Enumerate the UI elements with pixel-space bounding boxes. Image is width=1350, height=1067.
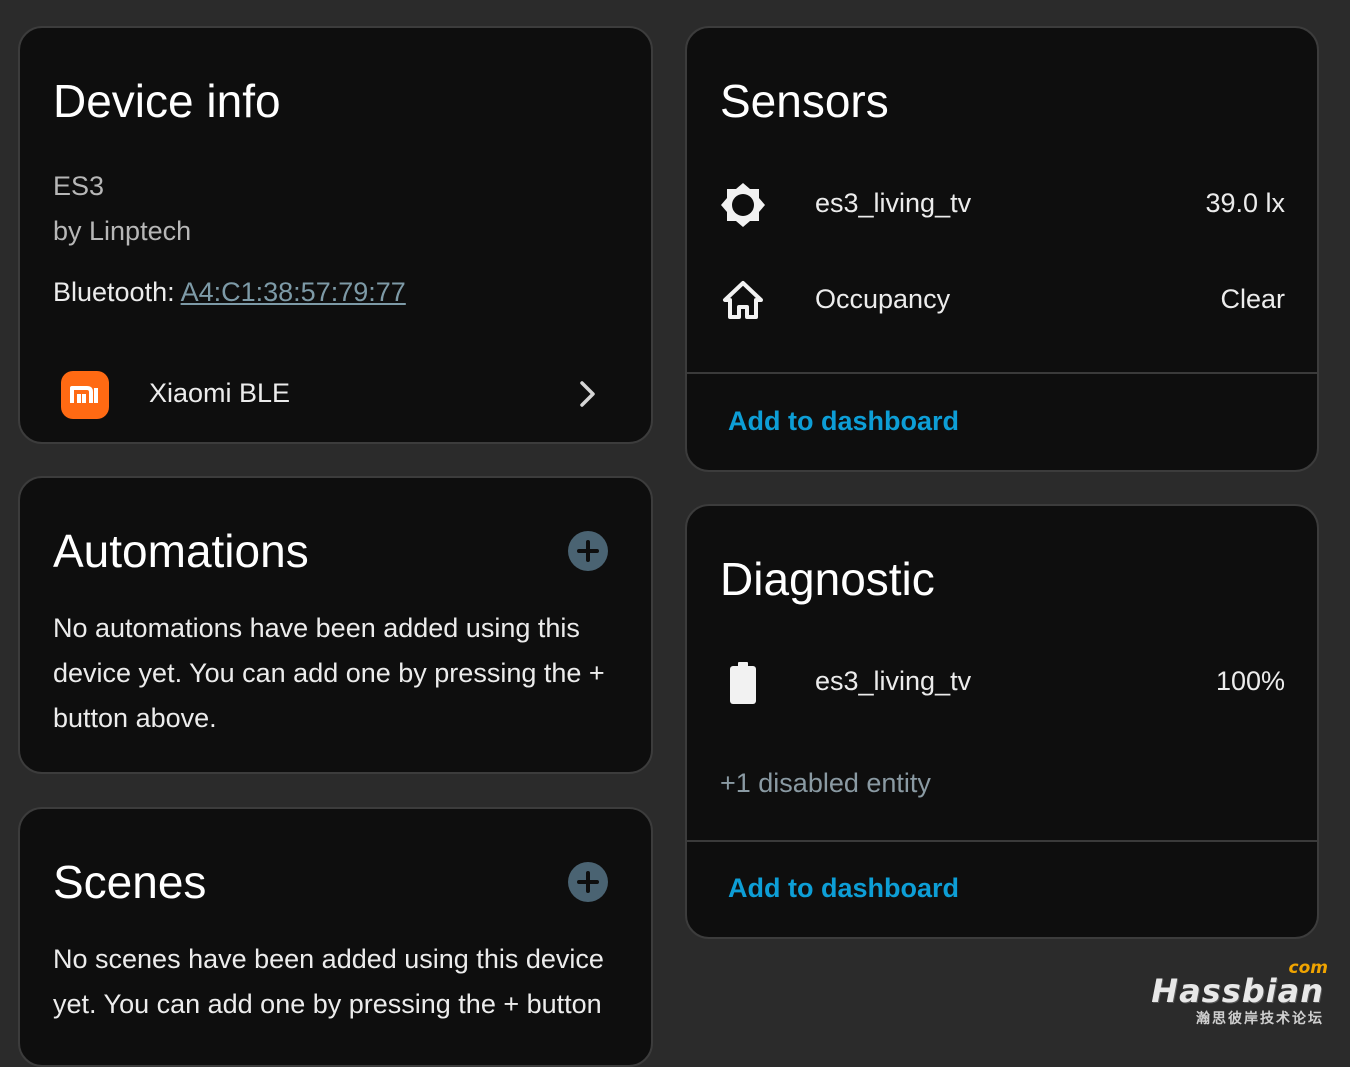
entity-row[interactable]: Occupancy Clear: [687, 266, 1317, 336]
device-manufacturer: by Linptech: [53, 216, 191, 247]
battery-icon: [730, 662, 756, 709]
entity-state: Clear: [1220, 284, 1285, 315]
scenes-card: Scenes No scenes have been added using t…: [18, 807, 653, 1067]
diagnostic-card: Diagnostic es3_living_tv 100% +1 disable…: [685, 504, 1319, 939]
hassbian-watermark: com Hassbian 瀚思彼岸技术论坛: [1151, 972, 1324, 1028]
brightness-icon: [720, 182, 766, 233]
sensors-title: Sensors: [720, 74, 889, 128]
automations-title: Automations: [53, 524, 309, 578]
device-info-card: Device info ES3 by Linptech Bluetooth: A…: [18, 26, 653, 444]
entity-name: Occupancy: [815, 284, 950, 315]
xiaomi-mi-logo-icon: [61, 371, 109, 419]
bluetooth-address-link[interactable]: A4:C1:38:57:79:77: [181, 277, 406, 307]
scenes-title: Scenes: [53, 855, 206, 909]
add-to-dashboard-button[interactable]: Add to dashboard: [728, 406, 959, 437]
integration-row[interactable]: Xiaomi BLE: [20, 358, 651, 430]
integration-name: Xiaomi BLE: [149, 378, 290, 409]
device-model: ES3: [53, 171, 104, 202]
chevron-right-icon: [576, 380, 600, 413]
entity-state: 39.0 lx: [1205, 188, 1285, 219]
disabled-entities-toggle[interactable]: +1 disabled entity: [720, 768, 931, 799]
watermark-suffix: com: [1289, 958, 1328, 978]
add-scene-button[interactable]: [568, 862, 608, 902]
entity-name: es3_living_tv: [815, 666, 971, 697]
entity-state: 100%: [1216, 666, 1285, 697]
add-to-dashboard-button[interactable]: Add to dashboard: [728, 873, 959, 904]
add-automation-button[interactable]: [568, 531, 608, 571]
scenes-empty-text: No scenes have been added using this dev…: [53, 937, 628, 1027]
connection-label: Bluetooth:: [53, 277, 175, 307]
entity-row[interactable]: es3_living_tv 100%: [687, 648, 1317, 718]
diagnostic-title: Diagnostic: [720, 552, 935, 606]
entity-row[interactable]: es3_living_tv 39.0 lx: [687, 170, 1317, 240]
home-outline-icon: [722, 280, 764, 325]
plus-icon: [568, 531, 608, 571]
watermark-subtitle: 瀚思彼岸技术论坛: [1151, 1008, 1324, 1028]
plus-icon: [568, 862, 608, 902]
automations-empty-text: No automations have been added using thi…: [53, 606, 628, 741]
automations-card: Automations No automations have been add…: [18, 476, 653, 774]
device-info-title: Device info: [53, 74, 281, 128]
connection-row: Bluetooth: A4:C1:38:57:79:77: [53, 277, 406, 308]
entity-name: es3_living_tv: [815, 188, 971, 219]
sensors-card: Sensors es3_living_tv 39.0 lx Occupancy …: [685, 26, 1319, 472]
card-divider: [687, 372, 1317, 374]
card-divider: [687, 840, 1317, 842]
